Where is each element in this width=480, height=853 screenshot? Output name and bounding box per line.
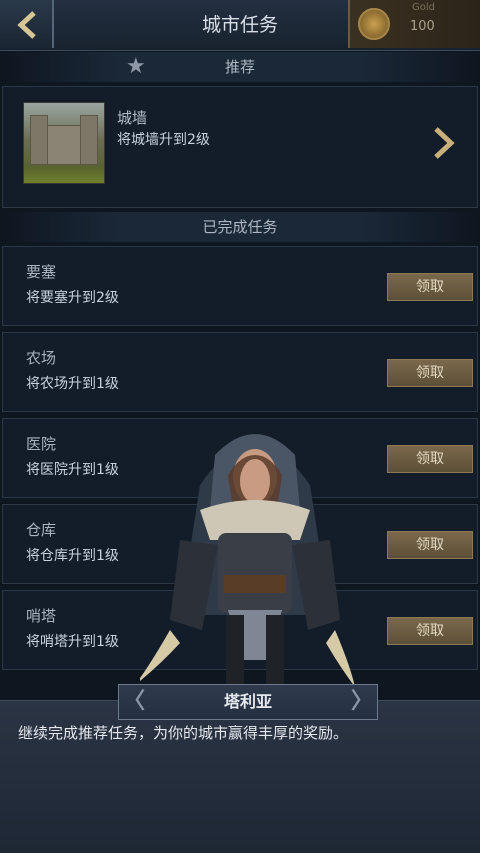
chevron-right-icon[interactable] <box>431 125 457 161</box>
task-row: 农场 将农场升到1级 领取 <box>2 332 478 412</box>
city-wall-thumbnail <box>23 102 105 184</box>
gold-label: Gold <box>412 2 435 13</box>
recommend-header: ★ 推荐 <box>0 52 480 82</box>
claim-button[interactable]: 领取 <box>387 531 473 559</box>
recommend-card[interactable]: 城墙 将城墙升到2级 <box>2 86 478 208</box>
bracket-right-icon: 〉 <box>350 689 373 714</box>
speaker-name: 塔利亚 <box>223 692 272 711</box>
task-desc: 将哨塔升到1级 <box>26 634 119 650</box>
claim-button[interactable]: 领取 <box>387 445 473 473</box>
star-icon: ★ <box>126 54 146 79</box>
bracket-left-icon: 〈 <box>123 689 146 714</box>
speaker-nameplate: 〈 塔利亚 〉 <box>118 684 378 720</box>
task-row: 要塞 将要塞升到2级 领取 <box>2 246 478 326</box>
top-bar: 城市任务 Gold 100 <box>0 0 480 51</box>
dialog-text: 继续完成推荐任务，为你的城市赢得丰厚的奖励。 <box>18 724 349 742</box>
task-name: 哨塔 <box>26 607 57 625</box>
advisor-character <box>140 434 355 700</box>
recommend-name: 城墙 <box>117 109 148 127</box>
recommend-desc: 将城墙升到2级 <box>117 132 210 148</box>
gold-counter[interactable]: Gold 100 <box>348 0 480 48</box>
completed-header: 已完成任务 <box>0 212 480 242</box>
task-name: 农场 <box>26 349 57 367</box>
gold-value: 100 <box>410 19 435 34</box>
claim-button[interactable]: 领取 <box>387 359 473 387</box>
task-desc: 将仓库升到1级 <box>26 548 119 564</box>
task-name: 医院 <box>26 435 57 453</box>
claim-button[interactable]: 领取 <box>387 273 473 301</box>
task-desc: 将农场升到1级 <box>26 376 119 392</box>
gold-coin-icon <box>358 8 390 40</box>
claim-button[interactable]: 领取 <box>387 617 473 645</box>
task-name: 仓库 <box>26 521 57 539</box>
task-desc: 将要塞升到2级 <box>26 290 119 306</box>
completed-title: 已完成任务 <box>202 218 278 236</box>
task-desc: 将医院升到1级 <box>26 462 119 478</box>
task-name: 要塞 <box>26 263 57 281</box>
recommend-title: 推荐 <box>224 58 255 76</box>
